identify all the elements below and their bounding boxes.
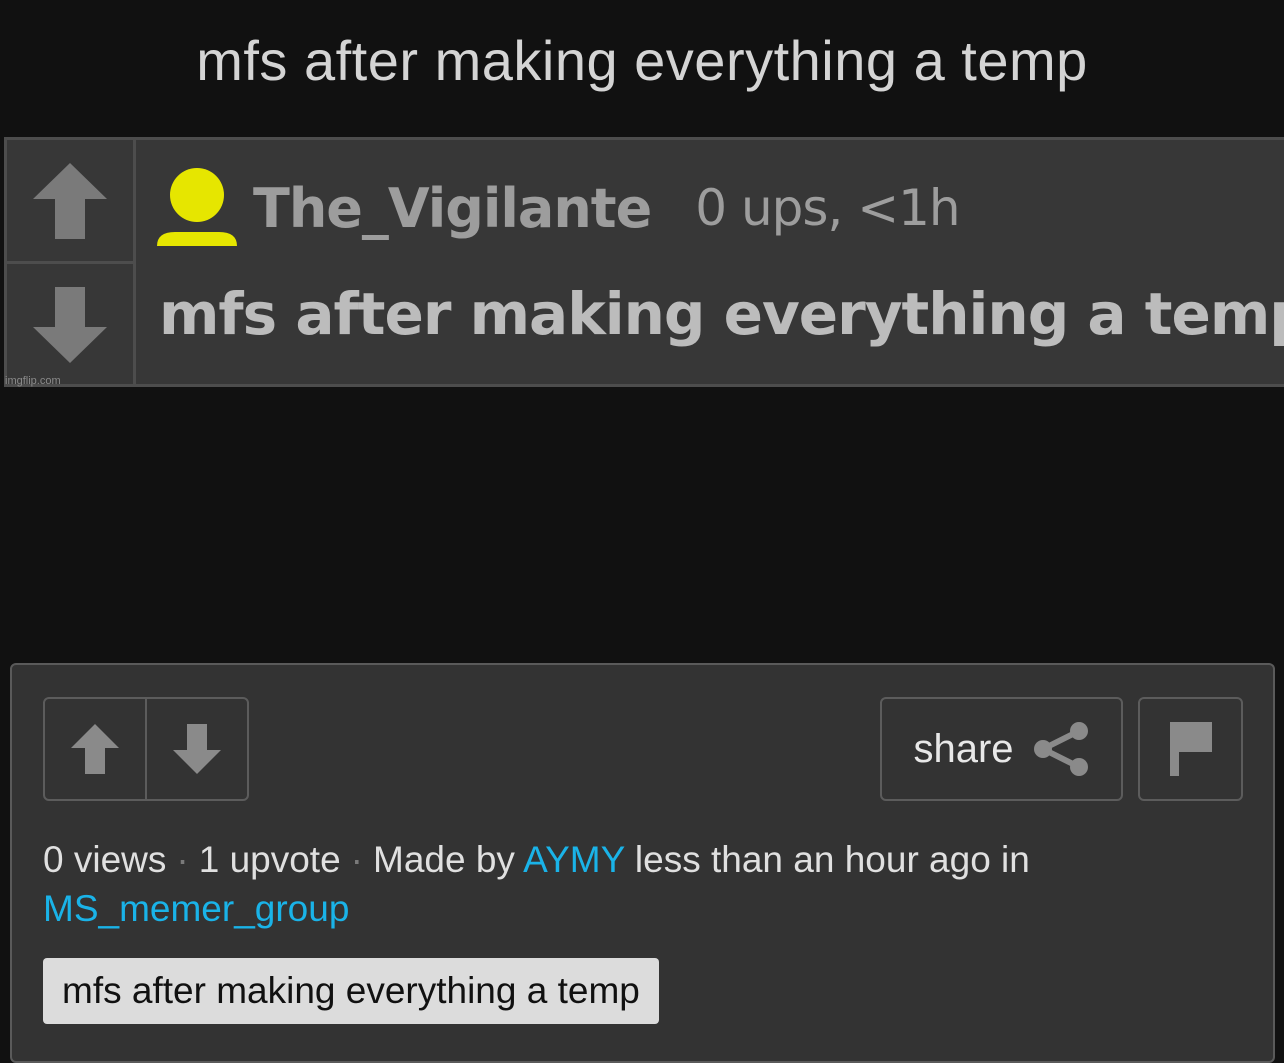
flag-icon	[1169, 722, 1212, 776]
separator-dot: ·	[176, 839, 189, 880]
meme-username: The_Vigilante	[253, 176, 652, 240]
author-link[interactable]: AYMY	[523, 839, 624, 880]
meme-meta: 0 ups, <1h	[695, 179, 960, 237]
made-by-label: Made by	[373, 839, 515, 880]
share-icon	[1033, 722, 1088, 776]
share-label: share	[913, 726, 1014, 771]
arrow-down-icon	[173, 724, 221, 774]
meme-upvote	[7, 140, 133, 264]
watermark: imgflip.com	[5, 375, 61, 387]
separator-dot: ·	[350, 839, 363, 880]
arrow-down-icon	[33, 286, 107, 363]
title-tag[interactable]: mfs after making everything a temp	[43, 958, 659, 1024]
meme-comment: The_Vigilante 0 ups, <1h mfs after makin…	[155, 140, 1284, 384]
share-button[interactable]: share	[880, 697, 1123, 801]
upvote-count: 1 upvote	[198, 839, 341, 880]
upvote-button[interactable]	[45, 699, 147, 799]
arrow-up-icon	[33, 162, 107, 239]
meme-user-row: The_Vigilante 0 ups, <1h	[155, 168, 961, 248]
meme-downvote	[7, 264, 133, 385]
flag-button[interactable]	[1138, 697, 1243, 801]
post-panel: share 0 views · 1 upvote · Made by AYMY less…	[10, 663, 1275, 1063]
meme-image: The_Vigilante 0 ups, <1h mfs after makin…	[4, 137, 1284, 387]
views-count: 0 views	[43, 839, 167, 880]
page-title: mfs after making everything a temp	[196, 29, 1088, 92]
time-text: less than an hour ago in	[634, 839, 1030, 880]
meme-comment-text: mfs after making everything a temp:	[159, 280, 1284, 348]
arrow-up-icon	[71, 724, 119, 774]
user-icon	[157, 168, 237, 246]
group-link[interactable]: MS_memer_group	[43, 888, 349, 929]
meme-vote-column	[7, 140, 136, 384]
downvote-button[interactable]	[147, 699, 247, 799]
post-stats: 0 views · 1 upvote · Made by AYMY less than …	[43, 835, 1243, 933]
vote-group	[43, 697, 249, 801]
